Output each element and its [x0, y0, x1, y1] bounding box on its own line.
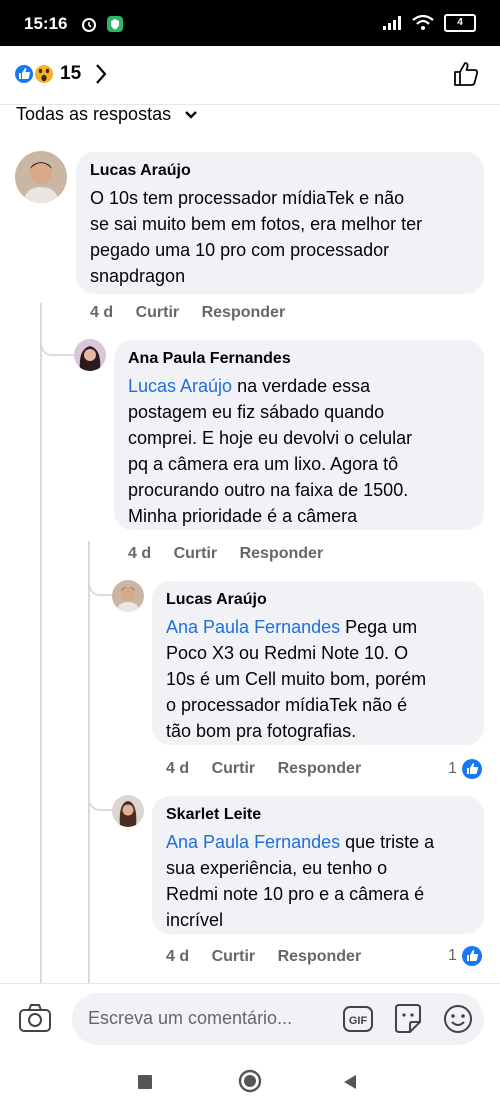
comment-actions: 4 d Curtir Responder	[166, 948, 379, 966]
comments-sheet: 15 Todas as respostas Lucas Araújo O 10s…	[0, 46, 500, 1111]
camera-icon[interactable]	[18, 1002, 52, 1034]
square-nav-icon[interactable]	[137, 1074, 153, 1090]
reply-link[interactable]: Responder	[278, 760, 362, 777]
comment-actions: 4 d Curtir Responder	[166, 760, 379, 778]
reaction-count[interactable]: 15	[60, 63, 81, 85]
chevron-down-icon	[185, 111, 197, 119]
status-bar: 15:16 4	[0, 0, 500, 46]
comment-time: 4 d	[128, 545, 152, 562]
reply-link[interactable]: Responder	[202, 304, 286, 321]
comment-bubble[interactable]: Lucas Araújo Ana Paula Fernandes Pega um…	[152, 581, 484, 745]
gif-icon[interactable]: GIF	[342, 1004, 374, 1034]
comment-actions: 4 d Curtir Responder	[90, 304, 303, 322]
comment-time: 4 d	[166, 948, 190, 965]
avatar[interactable]	[112, 580, 144, 612]
comment-text: O 10s tem processador mídiaTek e não se …	[90, 188, 423, 286]
comment-bubble[interactable]: Ana Paula Fernandes Lucas Araújo na verd…	[114, 340, 484, 530]
comment-text: Ana Paula Fernandes Pega um Poco X3 ou R…	[166, 617, 427, 741]
wow-reaction-icon	[33, 63, 55, 85]
reply-link[interactable]: Responder	[240, 545, 324, 562]
reply-link[interactable]: Responder	[278, 948, 362, 965]
like-link[interactable]: Curtir	[174, 545, 218, 562]
circle-nav-icon[interactable]	[238, 1069, 262, 1093]
comment-bubble[interactable]: Lucas Araújo O 10s tem processador mídia…	[76, 152, 484, 294]
mention-link[interactable]: Ana Paula Fernandes	[166, 617, 340, 637]
comment-text: Lucas Araújo na verdade essa postagem eu…	[128, 376, 413, 526]
gif-label: GIF	[349, 1015, 368, 1027]
signal-icon	[383, 16, 401, 30]
chevron-right-icon[interactable]	[94, 61, 108, 87]
comment-time: 4 d	[90, 304, 114, 321]
thread-connector	[40, 336, 74, 356]
comment-bubble[interactable]: Skarlet Leite Ana Paula Fernandes que tr…	[152, 796, 484, 934]
sticker-icon[interactable]	[392, 1002, 424, 1036]
comment-author[interactable]: Lucas Araújo	[90, 162, 191, 180]
like-link[interactable]: Curtir	[136, 304, 180, 321]
alarm-icon	[82, 18, 96, 32]
comment-input[interactable]: Escreva um comentário... GIF	[72, 993, 484, 1045]
comment-author[interactable]: Skarlet Leite	[166, 806, 261, 824]
back-triangle-icon[interactable]	[341, 1073, 359, 1091]
thread-line	[40, 303, 42, 983]
filter-label: Todas as respostas	[16, 104, 172, 124]
avatar[interactable]	[15, 151, 67, 203]
like-link[interactable]: Curtir	[212, 760, 256, 777]
comment-author[interactable]: Ana Paula Fernandes	[128, 350, 291, 368]
shield-icon	[107, 16, 123, 32]
like-link[interactable]: Curtir	[212, 948, 256, 965]
wifi-icon	[412, 15, 434, 30]
thread-connector	[88, 576, 112, 596]
comment-like-count[interactable]: 1	[448, 945, 483, 967]
thread-line	[88, 541, 90, 983]
mention-link[interactable]: Ana Paula Fernandes	[166, 832, 340, 852]
system-navigation-bar	[0, 1056, 500, 1111]
comment-text: Ana Paula Fernandes que triste a sua exp…	[166, 832, 435, 930]
thread-connector	[88, 791, 112, 811]
like-reaction-icon	[13, 63, 35, 85]
comment-composer: Escreva um comentário... GIF	[0, 983, 500, 1057]
status-time: 15:16	[24, 14, 68, 33]
comment-like-count[interactable]: 1	[448, 758, 483, 780]
avatar[interactable]	[74, 339, 106, 371]
mention-link[interactable]: Lucas Araújo	[128, 376, 232, 396]
battery-indicator: 4	[444, 14, 476, 32]
like-reaction-icon	[461, 759, 482, 779]
comment-input-placeholder: Escreva um comentário...	[88, 1008, 293, 1028]
reactions-header: 15	[0, 46, 500, 105]
avatar[interactable]	[112, 795, 144, 827]
like-reaction-icon	[461, 946, 482, 966]
reply-filter-dropdown[interactable]: Todas as respostas	[16, 104, 198, 125]
comment-actions: 4 d Curtir Responder	[128, 545, 341, 563]
thumbs-up-outline-icon[interactable]	[452, 60, 480, 88]
emoji-icon[interactable]	[442, 1003, 474, 1035]
comment-author[interactable]: Lucas Araújo	[166, 591, 267, 609]
reaction-icons[interactable]	[13, 62, 57, 86]
comment-time: 4 d	[166, 760, 190, 777]
